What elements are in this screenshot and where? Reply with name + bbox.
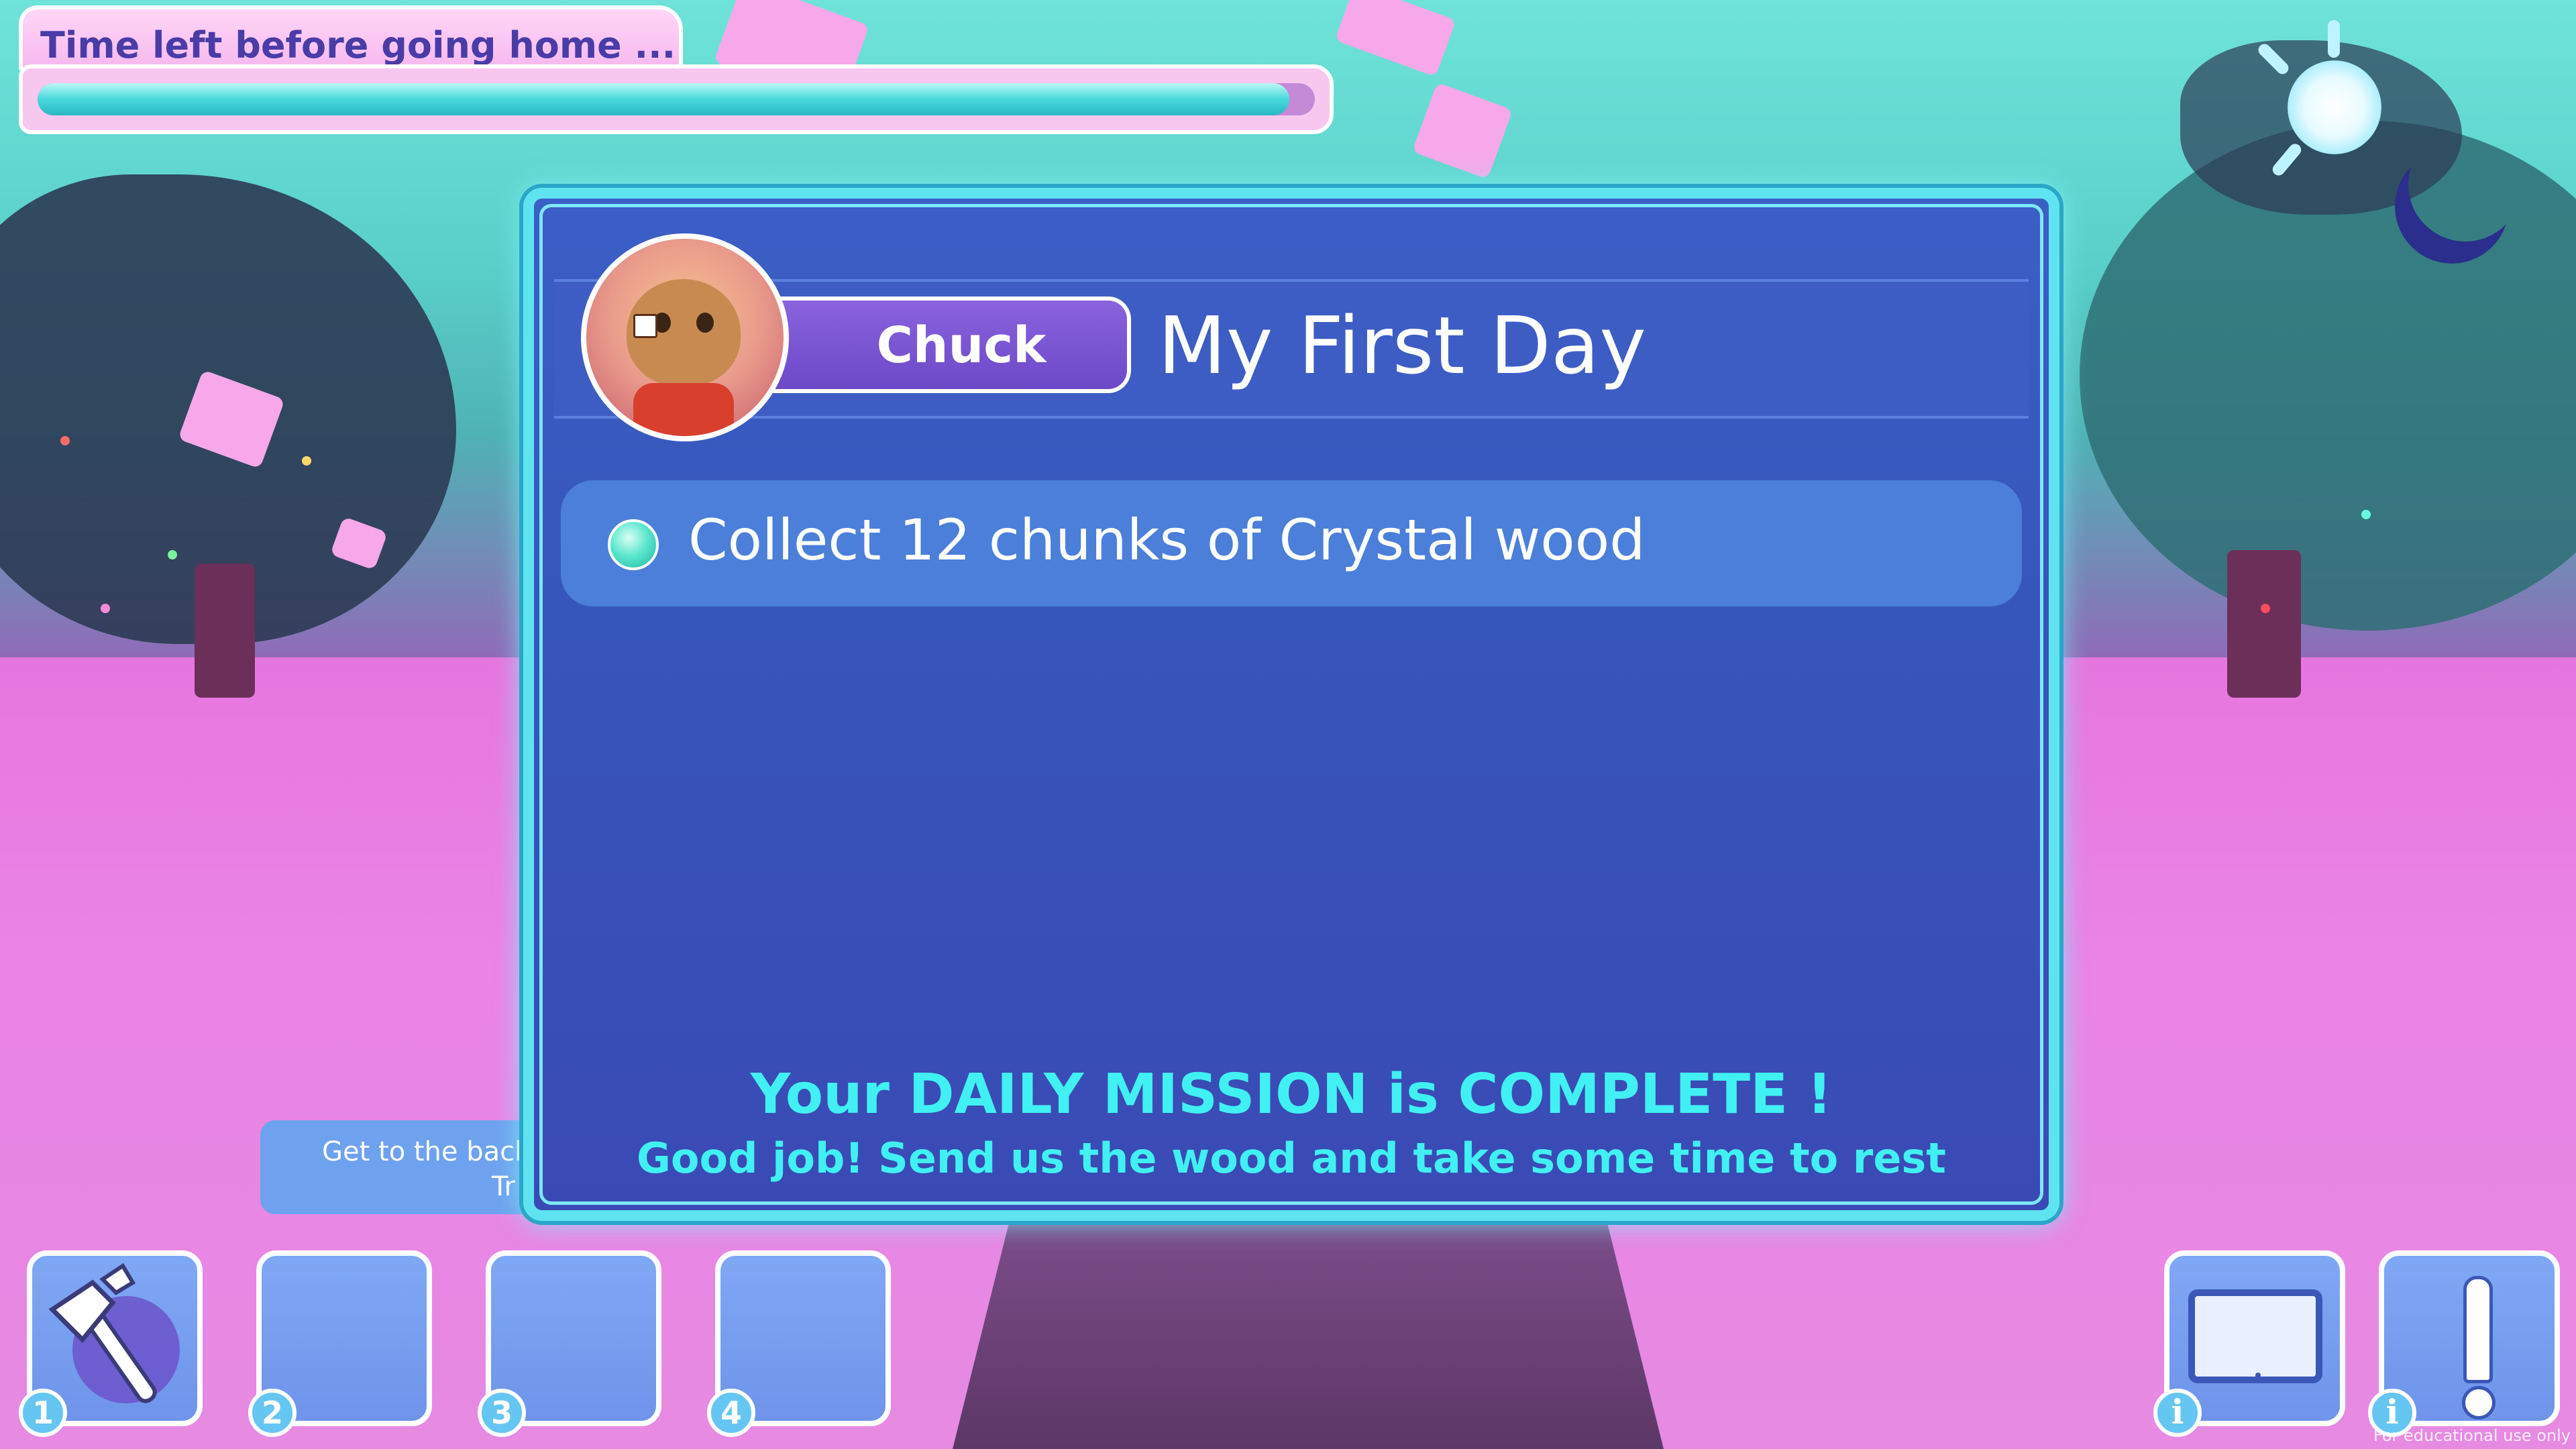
sun-ray <box>2328 20 2340 58</box>
npc-name-plate: Chuck <box>749 297 1131 393</box>
crystal-leaf <box>1411 82 1513 180</box>
tree-trunk-right <box>2227 550 2301 698</box>
sun-icon <box>2288 60 2381 154</box>
tree-trunk-left <box>195 564 255 698</box>
exclamation-dot <box>2462 1386 2496 1419</box>
tablet-button[interactable]: i <box>2153 1250 2345 1437</box>
beaver-body <box>633 383 734 436</box>
timer-bar <box>19 64 1334 134</box>
tablet-icon <box>2188 1289 2322 1383</box>
task-text: Collect 12 chunks of Crystal wood <box>688 507 1646 573</box>
wooden-path <box>953 1221 1664 1449</box>
exclamation-icon <box>2463 1276 2493 1383</box>
timer-bar-fill <box>38 83 1289 115</box>
mission-title: My First Day <box>1158 299 1646 392</box>
task-row: Collect 12 chunks of Crystal wood <box>561 480 2022 606</box>
hotbar-slot-2[interactable]: 2 <box>248 1250 432 1437</box>
npc-name: Chuck <box>876 317 1046 374</box>
mission-panel: Chuck My First Day Collect 12 chunks of … <box>523 188 2059 1221</box>
beaver-eye <box>696 313 714 333</box>
objective-hint: Get to the back Tr <box>260 1120 542 1214</box>
tablet-home-dot <box>2255 1373 2261 1378</box>
alert-button[interactable]: i <box>2368 1250 2560 1437</box>
mission-complete-message: Your DAILY MISSION is COMPLETE ! <box>750 1063 1833 1126</box>
timer-bar-track <box>38 83 1315 115</box>
info-icon: i <box>2153 1389 2202 1437</box>
slot-number: 2 <box>248 1389 297 1437</box>
npc-avatar <box>581 233 789 441</box>
slot-number: 4 <box>707 1389 755 1437</box>
slot-number: 1 <box>19 1389 67 1437</box>
sparkle <box>101 604 110 613</box>
hotbar-slot-3[interactable]: 3 <box>478 1250 661 1437</box>
timer-label: Time left before going home ... <box>40 24 676 66</box>
sparkle <box>302 456 311 466</box>
educational-use-note: For educational use only <box>2373 1426 2571 1445</box>
beaver-teeth <box>633 314 657 338</box>
sparkle <box>2361 510 2371 519</box>
hotbar-slot-4[interactable]: 4 <box>707 1250 891 1437</box>
sparkle <box>60 436 70 445</box>
hint-line-1: Get to the back <box>322 1136 531 1167</box>
mission-complete-subtext: Good job! Send us the wood and take some… <box>637 1134 1946 1183</box>
sparkle <box>2261 604 2270 613</box>
sparkle <box>168 550 177 559</box>
hint-line-2: Tr <box>492 1171 515 1202</box>
task-complete-orb-icon <box>608 519 659 570</box>
crystal-leaf <box>1334 0 1456 77</box>
slot-number: 3 <box>478 1389 526 1437</box>
hotbar-slot-1[interactable]: 1 <box>19 1250 203 1437</box>
